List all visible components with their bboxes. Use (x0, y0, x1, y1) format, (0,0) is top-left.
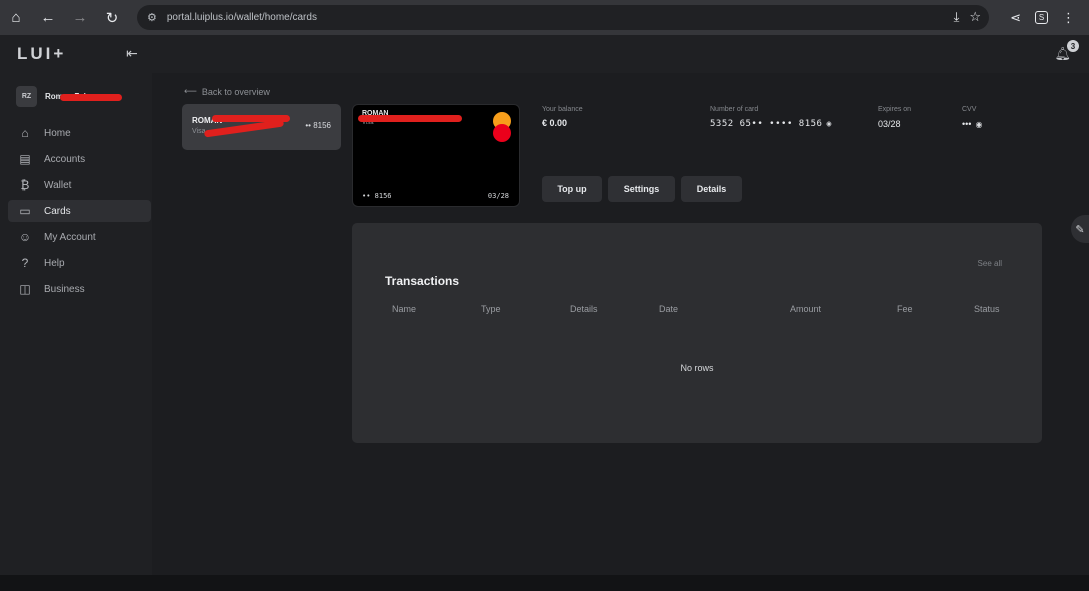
browser-toolbar: ⌂ ← → ↻ ⚙ portal.luiplus.io/wallet/home/… (0, 0, 1089, 35)
sidebar-item-business[interactable]: ◫ Business (8, 278, 151, 300)
footer-strip (0, 575, 1089, 591)
sidebar-item-label: My Account (44, 231, 96, 243)
bookmark-star-icon[interactable]: ☆ (969, 9, 981, 25)
forward-arrow-icon[interactable]: → (64, 0, 96, 35)
share-icon[interactable]: ⋖ (1010, 10, 1021, 26)
menu-kebab-icon[interactable]: ⋮ (1062, 10, 1075, 26)
column-header-type[interactable]: Type (481, 304, 501, 314)
home-icon: ⌂ (21, 126, 29, 140)
sidebar-item-label: Help (44, 257, 65, 269)
avatar: RZ (16, 86, 37, 107)
app-logo[interactable]: LUI+ (17, 44, 66, 64)
sidebar-item-label: Wallet (44, 179, 72, 191)
home-icon[interactable]: ⌂ (0, 0, 32, 35)
accounts-icon: ▤ (19, 152, 31, 166)
help-icon: ? (21, 256, 29, 270)
card-visual: ROMAN Visa •• 8156 03/28 (352, 104, 520, 207)
back-arrow-icon[interactable]: ← (32, 0, 64, 35)
back-label: Back to overview (201, 86, 270, 97)
expires-value: 03/28 (878, 119, 901, 129)
settings-button[interactable]: Settings (608, 176, 675, 202)
card-icon: ▭ (19, 204, 31, 218)
sidebar-item-label: Business (44, 283, 85, 295)
reload-icon[interactable]: ↻ (96, 0, 128, 35)
card-selector-item[interactable]: ROMAN Visa •• 8156 (182, 104, 341, 150)
arrow-left-icon: ⟵ (184, 86, 197, 96)
details-button[interactable]: Details (681, 176, 742, 202)
empty-state-text: No rows (680, 363, 714, 373)
back-to-overview-link[interactable]: ⟵ Back to overview (184, 86, 270, 97)
sidebar-item-help[interactable]: ? Help (8, 252, 151, 274)
pencil-icon[interactable]: ✎ (1071, 215, 1089, 243)
sidebar-nav: ⌂ Home ▤ Accounts ₿ Wallet ▭ Cards ☺ My … (8, 122, 151, 304)
column-header-name[interactable]: Name (392, 304, 416, 314)
url-text: portal.luiplus.io/wallet/home/cards (166, 12, 317, 23)
bitcoin-icon: ₿ (20, 178, 30, 192)
column-header-amount[interactable]: Amount (790, 304, 821, 314)
cvv-value: ••• (962, 119, 972, 129)
card-expiry: 03/28 (487, 192, 509, 200)
transactions-title: Transactions (385, 274, 460, 288)
mastercard-logo-icon (493, 112, 511, 142)
site-settings-icon[interactable]: ⚙ (147, 11, 157, 24)
sidebar-item-my-account[interactable]: ☺ My Account (8, 226, 151, 248)
card-number-value: 5352 65•• •••• 8156 (710, 119, 823, 129)
sidebar-item-home[interactable]: ⌂ Home (8, 122, 151, 144)
eye-icon[interactable]: ◉ (826, 119, 831, 128)
briefcase-icon: ◫ (19, 282, 31, 296)
expires-label: Expires on (878, 106, 912, 113)
balance-value: € 0.00 (542, 118, 568, 128)
sidebar-item-accounts[interactable]: ▤ Accounts (8, 148, 151, 170)
column-header-status[interactable]: Status (974, 304, 1000, 314)
mini-card-last4: •• 8156 (305, 121, 331, 130)
column-header-details[interactable]: Details (570, 304, 598, 314)
sidebar-item-label: Accounts (44, 153, 86, 165)
sidebar (0, 35, 152, 575)
card-number-short: •• 8156 (362, 192, 392, 200)
cvv-label: CVV (962, 106, 977, 113)
extension-icon[interactable]: S (1035, 11, 1048, 24)
column-header-fee[interactable]: Fee (897, 304, 913, 314)
column-header-date[interactable]: Date (659, 304, 678, 314)
user-icon: ☺ (18, 230, 32, 244)
redaction-mark (358, 115, 462, 122)
app-root: LUI+ ⇤ 🔔︎ 3 RZ Roman Zel ⌂ Home ▤ Accoun… (0, 35, 1089, 591)
install-icon[interactable]: ⤓ (954, 9, 960, 25)
top-up-button[interactable]: Top up (542, 176, 602, 202)
sidebar-item-wallet[interactable]: ₿ Wallet (8, 174, 151, 196)
eye-icon[interactable]: ◉ (975, 120, 982, 129)
redaction-mark (60, 94, 122, 101)
sidebar-item-cards[interactable]: ▭ Cards (8, 200, 151, 222)
address-bar[interactable]: ⚙ portal.luiplus.io/wallet/home/cards ⤓ … (137, 5, 989, 30)
transactions-panel: See all Transactions Name Type Details D… (352, 223, 1042, 443)
card-number-label: Number of card (710, 106, 759, 113)
collapse-sidebar-icon[interactable]: ⇤ (126, 45, 138, 62)
card-number-field: 5352 65•• •••• 8156 ◉ (710, 119, 832, 129)
see-all-link[interactable]: See all (978, 259, 1002, 268)
cvv-field: ••• ◉ (962, 119, 982, 129)
app-topbar: LUI+ ⇤ 🔔︎ 3 (0, 35, 1089, 73)
balance-label: Your balance (542, 106, 583, 113)
sidebar-item-label: Cards (44, 205, 71, 217)
sidebar-item-label: Home (44, 127, 71, 139)
notification-badge: 3 (1067, 40, 1079, 52)
